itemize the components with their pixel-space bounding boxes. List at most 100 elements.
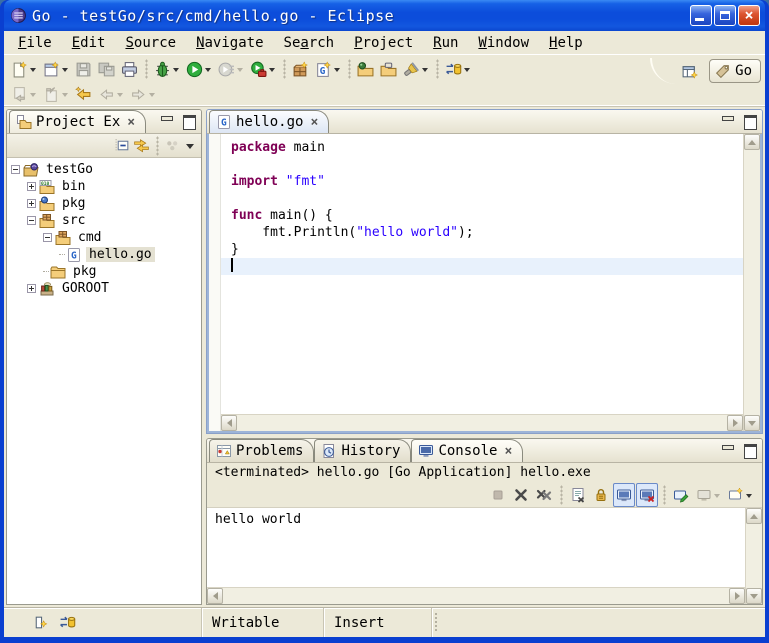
main-toolbar: G Go [4, 55, 765, 107]
tree-item-cmd[interactable]: cmd [9, 229, 201, 246]
menu-navigate[interactable]: Navigate [186, 33, 273, 53]
tree-item-label[interactable]: pkg [70, 264, 99, 279]
scroll-left-button[interactable] [221, 415, 237, 431]
console-tab-close-icon[interactable]: × [504, 444, 512, 459]
menu-run[interactable]: Run [423, 33, 468, 53]
last-edit-location-button[interactable] [72, 82, 95, 106]
explorer-maximize-button[interactable] [179, 113, 197, 129]
menu-file[interactable]: File [8, 33, 62, 53]
expand-icon[interactable] [27, 284, 36, 293]
display-console-button[interactable] [693, 483, 724, 507]
project-explorer-panel: Project Ex × testGo010binpkgsrccmdGhello… [6, 109, 202, 605]
console-vscrollbar[interactable] [745, 508, 762, 604]
scroll-left-button[interactable] [207, 588, 223, 604]
clear-console-button[interactable] [567, 483, 589, 507]
remove-all-terminated-button[interactable] [533, 483, 555, 507]
tree-item-label[interactable]: cmd [75, 230, 104, 245]
open-folder-button[interactable] [377, 57, 400, 81]
print-button[interactable] [118, 57, 141, 81]
tree-item-goroot[interactable]: GOROOT [9, 280, 201, 297]
open-perspective-button[interactable] [678, 59, 701, 83]
tree-item-label[interactable]: pkg [59, 196, 88, 211]
editor-minimize-button[interactable] [718, 113, 736, 129]
run-button[interactable] [183, 57, 215, 81]
tree-item-label[interactable]: hello.go [86, 247, 155, 262]
new-wizard-button[interactable] [8, 57, 40, 81]
show-stdout-button[interactable] [613, 483, 635, 507]
save-icon [75, 61, 92, 78]
tree-item-label[interactable]: testGo [43, 162, 96, 177]
synchronize-icon[interactable] [59, 614, 76, 631]
project-explorer-tab[interactable]: Project Ex × [9, 110, 146, 133]
tree-item-label[interactable]: bin [59, 179, 88, 194]
collapse-all-icon[interactable] [114, 137, 131, 154]
close-button[interactable]: × [738, 5, 760, 26]
collapse-icon[interactable] [11, 165, 20, 174]
editor-tab-hello-go[interactable]: G hello.go × [209, 110, 329, 133]
open-console-button[interactable] [725, 483, 756, 507]
pin-console-button[interactable] [670, 483, 692, 507]
collapse-icon[interactable] [27, 216, 36, 225]
menu-source[interactable]: Source [115, 33, 186, 53]
debug-button[interactable] [151, 57, 183, 81]
tree-item-testgo[interactable]: testGo [9, 161, 201, 178]
console-maximize-button[interactable] [740, 442, 758, 458]
console-hscrollbar[interactable] [207, 587, 745, 604]
tree-item-src[interactable]: src [9, 212, 201, 229]
editor-tab-close-icon[interactable]: × [310, 115, 318, 130]
menu-project[interactable]: Project [344, 33, 423, 53]
external-tools-button[interactable] [247, 57, 279, 81]
menu-window[interactable]: Window [468, 33, 539, 53]
tab-problems[interactable]: Problems [209, 439, 314, 462]
tree-item-pkg[interactable]: pkg [9, 195, 201, 212]
scroll-down-button[interactable] [746, 588, 762, 604]
search-button[interactable] [400, 57, 432, 81]
new-go-element-button[interactable] [40, 57, 72, 81]
expand-icon[interactable] [27, 199, 36, 208]
new-go-file-button[interactable]: G [312, 57, 344, 81]
editor-maximize-button[interactable] [740, 113, 758, 129]
library-icon [39, 281, 55, 297]
link-with-editor-icon[interactable] [133, 137, 150, 154]
scroll-right-button[interactable] [729, 588, 745, 604]
show-stderr-button[interactable] [636, 483, 658, 507]
expand-icon[interactable] [27, 182, 36, 191]
scroll-right-button[interactable] [727, 415, 743, 431]
run-icon [186, 61, 203, 78]
go-perspective-button[interactable]: Go [709, 59, 761, 83]
view-menu-icon[interactable] [186, 144, 194, 153]
tree-item-bin[interactable]: 010bin [9, 178, 201, 195]
code-area[interactable]: package mainimport "fmt"func main() { fm… [221, 134, 743, 414]
scroll-up-button[interactable] [746, 508, 762, 524]
open-folder-icon [380, 61, 397, 78]
scroll-lock-button[interactable] [590, 483, 612, 507]
tab-console[interactable]: Console × [411, 439, 523, 462]
new-go-package-button[interactable] [289, 57, 312, 81]
editor-vscrollbar[interactable] [743, 134, 760, 431]
menu-help[interactable]: Help [539, 33, 593, 53]
collapse-icon[interactable] [43, 233, 52, 242]
synchronize-icon [445, 61, 462, 78]
scroll-up-button[interactable] [744, 134, 760, 150]
console-output[interactable]: hello world [207, 508, 745, 587]
tree-item-label[interactable]: GOROOT [59, 281, 112, 296]
tree-item-label[interactable]: src [59, 213, 88, 228]
project-explorer-close-icon[interactable]: × [127, 115, 135, 130]
minimize-button[interactable] [690, 5, 712, 26]
project-tree[interactable]: testGo010binpkgsrccmdGhello.gopkgGOROOT [7, 158, 201, 604]
tree-item-pkg[interactable]: pkg [9, 263, 201, 280]
explorer-minimize-button[interactable] [157, 113, 175, 129]
scroll-down-button[interactable] [744, 415, 760, 431]
console-minimize-button[interactable] [718, 442, 736, 458]
fast-view-icon[interactable] [32, 614, 49, 631]
menu-search[interactable]: Search [274, 33, 345, 53]
synchronize-button[interactable] [442, 57, 474, 81]
import-folder-button[interactable] [354, 57, 377, 81]
tab-history[interactable]: History [314, 439, 411, 462]
tree-item-hello-go[interactable]: Ghello.go [9, 246, 201, 263]
maximize-button[interactable] [714, 5, 736, 26]
remove-launch-button[interactable] [510, 483, 532, 507]
menu-edit[interactable]: Edit [62, 33, 116, 53]
go-file-icon: G [66, 247, 82, 263]
editor-hscrollbar[interactable] [221, 414, 743, 431]
